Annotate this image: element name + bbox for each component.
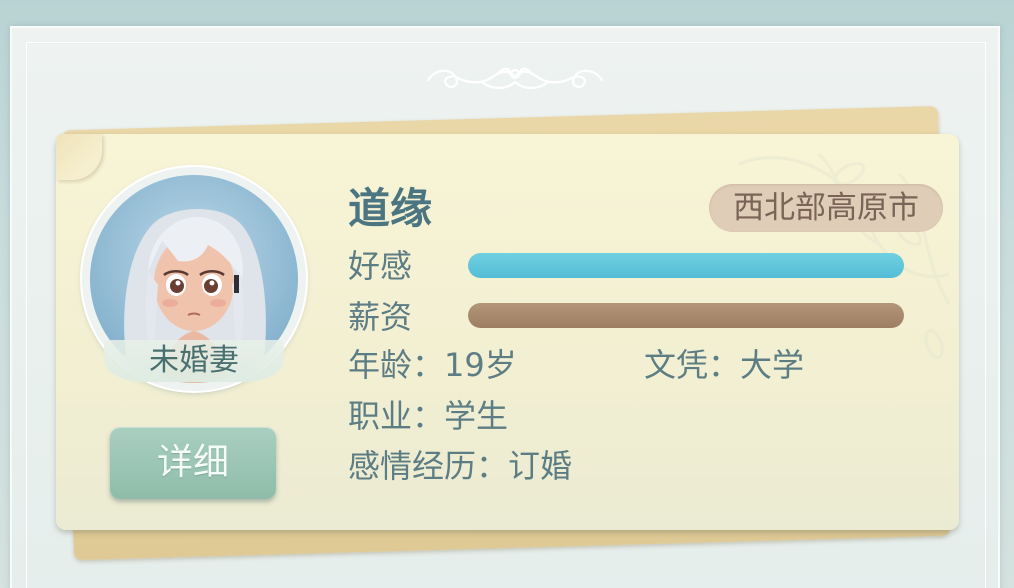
- character-name: 道缘: [348, 184, 433, 233]
- detail-button-label: 详细: [156, 442, 229, 483]
- occupation-info: 职业：学生: [348, 397, 509, 435]
- salary-bar-fill: [468, 303, 904, 328]
- location-badge: 西北部高原市: [709, 184, 943, 232]
- education-info: 文凭：大学: [644, 346, 805, 384]
- relationship-history-info: 感情经历：订婚: [348, 447, 573, 485]
- affection-bar-fill: [468, 253, 904, 278]
- salary-label: 薪资: [348, 298, 413, 336]
- location-label: 西北部高原市: [733, 190, 919, 226]
- affection-label: 好感: [348, 247, 413, 285]
- affection-bar: [468, 253, 904, 278]
- scroll-ornament-icon: [422, 58, 608, 98]
- age-info: 年龄：19岁: [348, 346, 517, 384]
- salary-bar: [468, 303, 904, 328]
- detail-button[interactable]: 详细: [110, 427, 276, 499]
- relationship-status-label: 未婚妻: [149, 343, 239, 378]
